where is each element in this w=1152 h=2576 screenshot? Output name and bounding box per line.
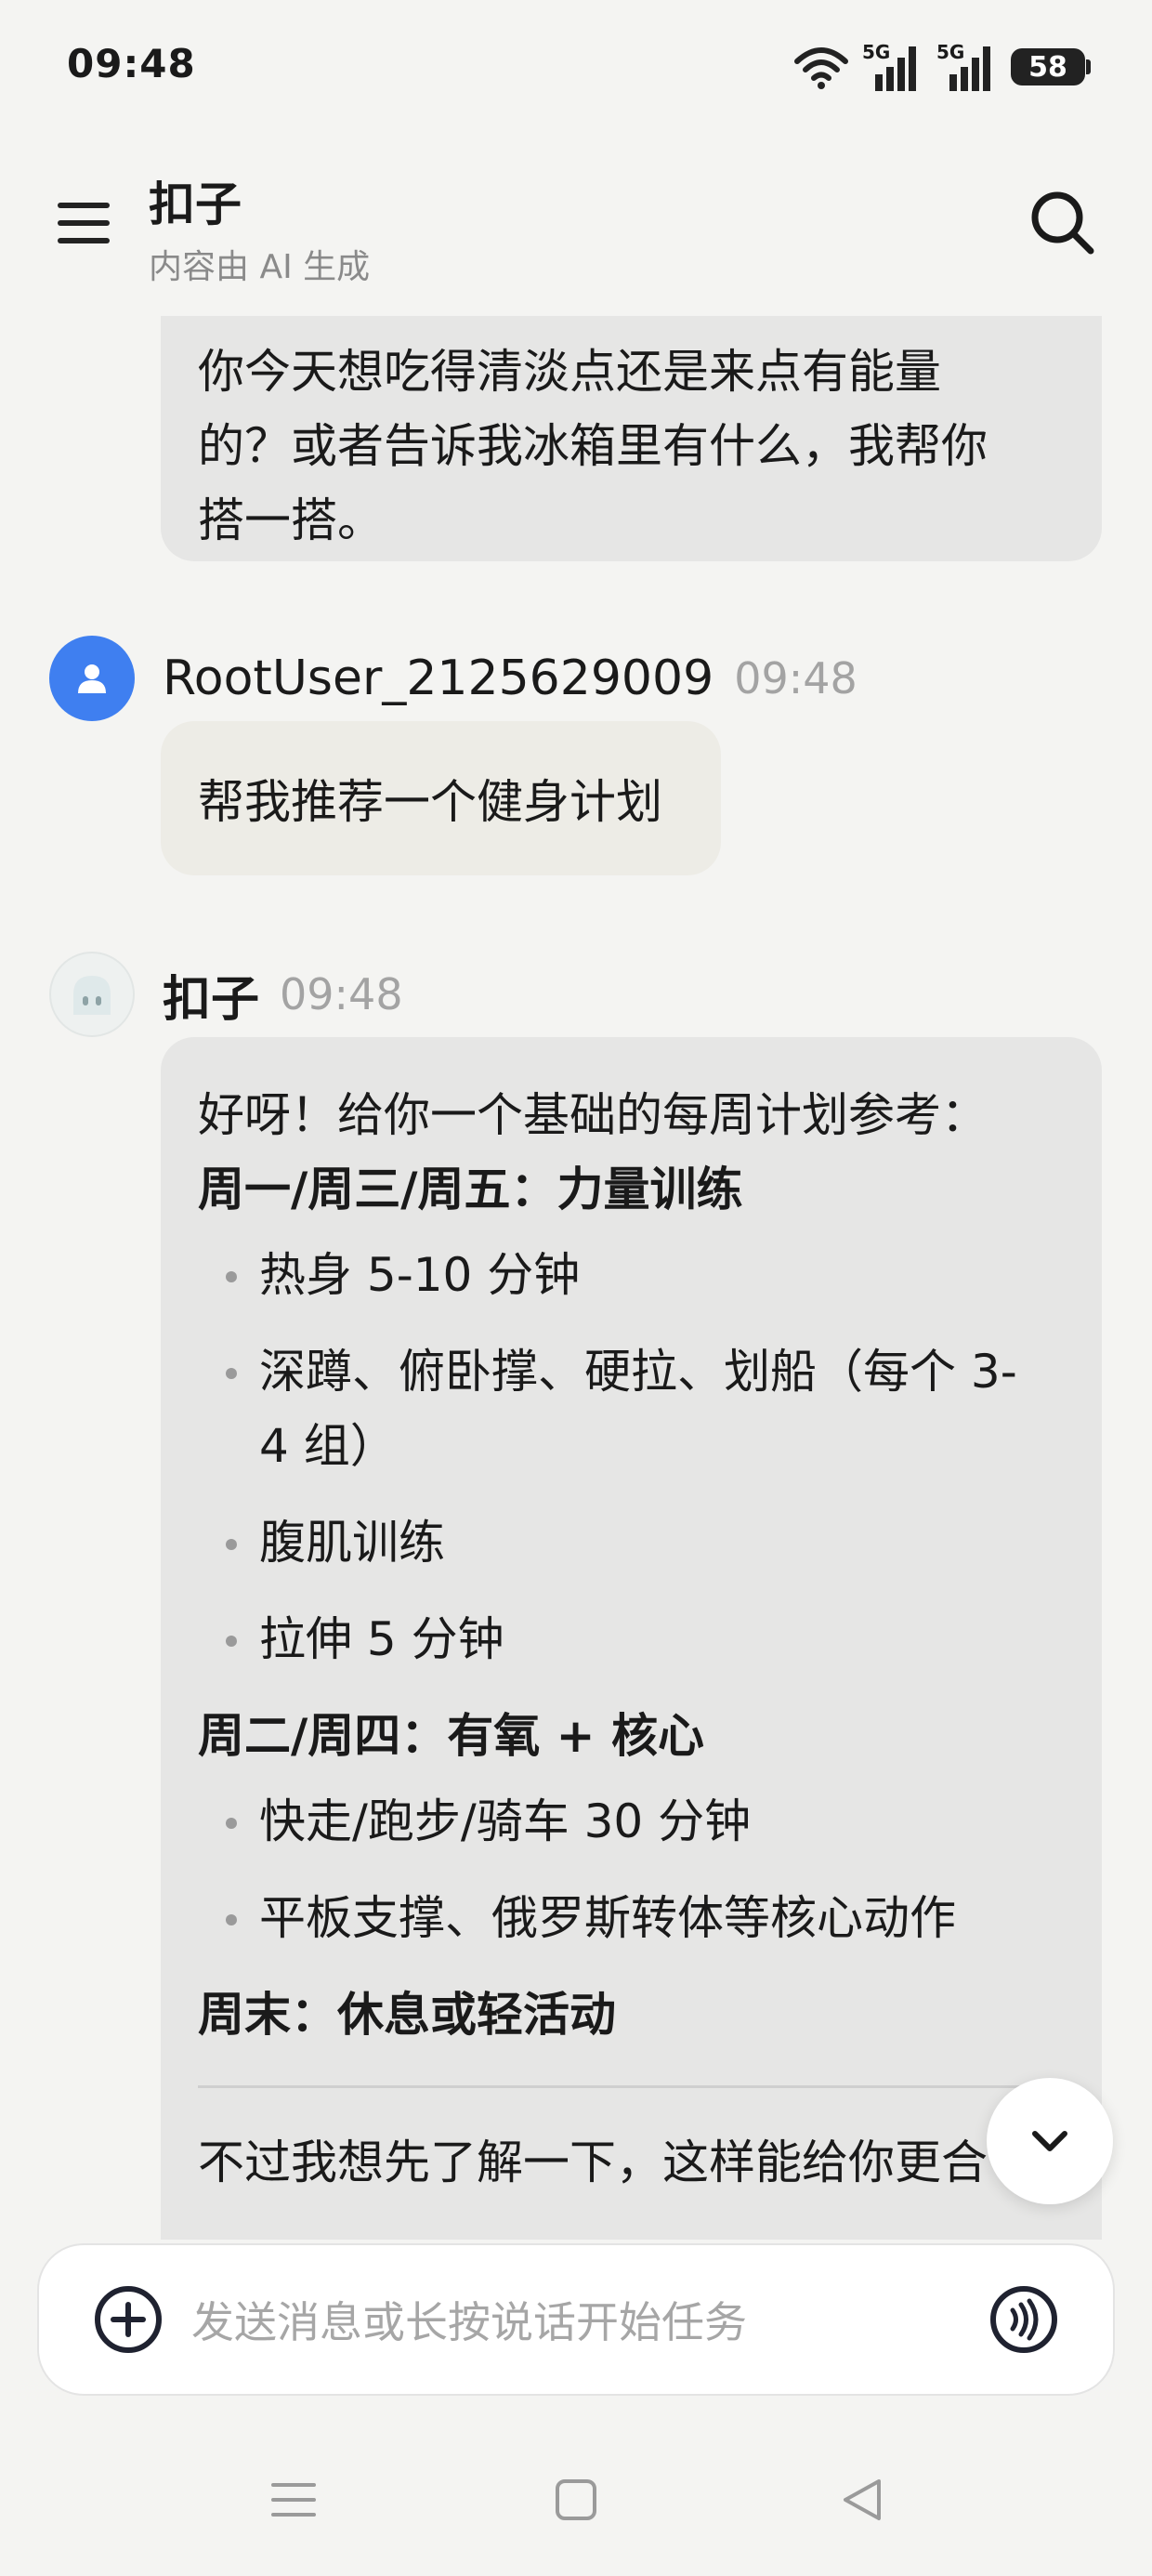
ai-generated-notice: 内容由 AI 生成 (149, 248, 371, 286)
menu-button[interactable] (54, 193, 113, 253)
user-icon (78, 664, 106, 693)
status-icons: 5G 5G 58 (793, 41, 1091, 93)
plan-section-heading: 周二/周四：有氧 + 核心 (198, 1709, 704, 1763)
message-time: 09:48 (280, 969, 403, 1019)
message-time: 09:48 (734, 653, 857, 703)
message-intro: 好呀！给你一个基础的每周计划参考： (198, 1088, 988, 1142)
list-item: 深蹲、俯卧撑、硬拉、划船（每个 3-4 组） (198, 1334, 1065, 1483)
message-follow-up: 不过我想先了解一下，这样能给你更合 (198, 2136, 988, 2189)
plan-section-heading: 周末：休息或轻活动 (198, 1988, 616, 2042)
plan-section-heading: 周一/周三/周五：力量训练 (198, 1163, 743, 1216)
bot-avatar[interactable] (49, 952, 135, 1037)
scroll-to-bottom-button[interactable] (987, 2078, 1113, 2204)
bot-message-bubble[interactable]: 好呀！给你一个基础的每周计划参考： 周一/周三/周五：力量训练 热身 5-10 … (161, 1037, 1102, 2240)
message-text-line: 的？或者告诉我冰箱里有什么，我帮你 (198, 419, 988, 473)
message-input-bar[interactable]: 发送消息或长按说话开始任务 (37, 2243, 1115, 2396)
message-text: 帮我推荐一个健身计划 (198, 775, 662, 829)
plan-list: 快走/跑步/骑车 30 分钟 平板支撑、俄罗斯转体等核心动作 (198, 1784, 1065, 1955)
menu-icon (58, 238, 110, 243)
list-item: 平板支撑、俄罗斯转体等核心动作 (198, 1881, 1065, 1955)
user-name: RootUser_2125629009 (163, 651, 714, 706)
user-message-bubble[interactable]: 帮我推荐一个健身计划 (161, 721, 721, 875)
message-text-line: 搭一搭。 (198, 493, 384, 547)
system-navigation-bar (0, 2453, 1152, 2556)
cellular-signal-1-icon: 5G (862, 41, 923, 93)
list-item: 腹肌训练 (198, 1505, 1065, 1580)
menu-icon (58, 203, 110, 208)
wifi-icon (794, 47, 848, 89)
app-screen: 09:48 5G 5G 58 扣子 内容由 AI 生成 你今天想吃得清淡点还是来… (0, 0, 1152, 2576)
search-icon[interactable] (1026, 186, 1100, 260)
user-message-header: RootUser_2125629009 09:48 (49, 636, 857, 721)
divider (198, 2085, 1065, 2088)
menu-icon (58, 220, 110, 226)
cellular-signal-2-icon: 5G (936, 41, 998, 93)
bot-name: 扣子 (163, 971, 260, 1028)
chat-messages[interactable]: 你今天想吃得清淡点还是来点有能量 的？或者告诉我冰箱里有什么，我帮你 搭一搭。 … (0, 316, 1152, 2240)
chat-header: 扣子 内容由 AI 生成 (0, 130, 1152, 316)
chevron-down-icon (1032, 2131, 1067, 2151)
battery-icon: 58 (1011, 48, 1091, 85)
battery-level: 58 (1028, 50, 1067, 84)
status-bar: 09:48 5G 5G 58 (0, 0, 1152, 130)
chat-title: 扣子 (149, 177, 242, 231)
user-avatar[interactable] (49, 636, 135, 721)
bot-message-header: 扣子 09:48 (49, 952, 403, 1037)
home-square-icon[interactable] (548, 2472, 604, 2528)
message-input[interactable]: 发送消息或长按说话开始任务 (191, 2289, 988, 2350)
message-text-line: 你今天想吃得清淡点还是来点有能量 (198, 345, 941, 399)
voice-icon[interactable] (988, 2284, 1059, 2355)
status-time: 09:48 (67, 41, 196, 86)
list-item: 热身 5-10 分钟 (198, 1238, 1065, 1312)
list-item: 拉伸 5 分钟 (198, 1602, 1065, 1676)
back-triangle-icon[interactable] (834, 2472, 890, 2528)
list-item: 快走/跑步/骑车 30 分钟 (198, 1784, 1065, 1859)
bot-ghost-icon (73, 976, 111, 1015)
bot-message-bubble: 你今天想吃得清淡点还是来点有能量 的？或者告诉我冰箱里有什么，我帮你 搭一搭。 (161, 316, 1102, 561)
plan-list: 热身 5-10 分钟 深蹲、俯卧撑、硬拉、划船（每个 3-4 组） 腹肌训练 拉… (198, 1238, 1065, 1676)
recents-menu-icon[interactable] (266, 2472, 321, 2528)
plus-icon[interactable] (93, 2284, 164, 2355)
